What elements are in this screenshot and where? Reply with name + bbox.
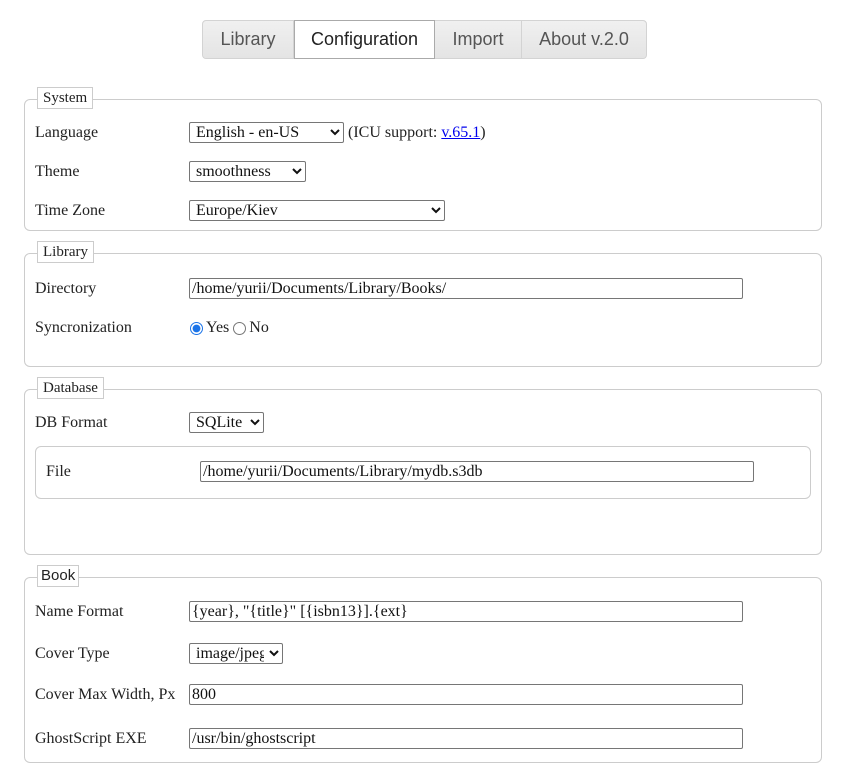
cover-type-select[interactable]: image/jpeg (189, 643, 283, 664)
ghostscript-input[interactable] (189, 728, 743, 749)
language-select[interactable]: English - en-US (189, 122, 344, 143)
sync-no-label: No (249, 319, 269, 336)
book-section: Book Name Format Cover Type image/jpeg C… (24, 565, 822, 763)
timezone-row: Time Zone Europe/Kiev (35, 200, 811, 221)
db-format-row: DB Format SQLite (35, 412, 811, 433)
language-label: Language (35, 123, 99, 141)
tab-library[interactable]: Library (203, 21, 294, 58)
icu-version-link[interactable]: v.65.1 (441, 124, 480, 141)
icu-support-text: (ICU support: v.65.1) (348, 124, 486, 142)
library-section: Library Directory Syncronization Yes No (24, 241, 822, 367)
cover-width-row: Cover Max Width, Px (35, 684, 811, 705)
sync-yes-option[interactable]: Yes (189, 319, 229, 337)
name-format-input[interactable] (189, 601, 743, 622)
theme-select[interactable]: smoothness (189, 161, 306, 182)
database-legend: Database (37, 377, 104, 399)
tab-import[interactable]: Import (435, 21, 522, 58)
directory-row: Directory (35, 278, 811, 299)
db-format-label: DB Format (35, 413, 108, 431)
system-legend: System (37, 87, 94, 109)
name-format-label: Name Format (35, 602, 124, 620)
cover-width-input[interactable] (189, 684, 743, 705)
sync-yes-radio[interactable] (190, 321, 203, 335)
system-section: System Language English - en-US (ICU sup… (24, 87, 822, 231)
icu-suffix: ) (480, 123, 486, 141)
sync-no-option[interactable]: No (232, 319, 269, 337)
sync-yes-label: Yes (206, 319, 230, 336)
cover-type-row: Cover Type image/jpeg (35, 643, 811, 664)
icu-prefix: (ICU support: (348, 123, 442, 141)
database-section: Database DB Format SQLite File (24, 377, 822, 555)
db-file-box: File (35, 446, 811, 499)
tab-about[interactable]: About v.2.0 (522, 21, 646, 58)
db-file-input[interactable] (200, 461, 754, 482)
ghostscript-row: GhostScript EXE (35, 728, 811, 749)
book-legend: Book (37, 565, 80, 587)
tab-configuration[interactable]: Configuration (294, 20, 435, 59)
db-file-label: File (46, 462, 71, 480)
sync-no-radio[interactable] (233, 321, 247, 335)
directory-input[interactable] (189, 278, 743, 299)
ghostscript-label: GhostScript EXE (35, 729, 147, 747)
timezone-select[interactable]: Europe/Kiev (189, 200, 445, 221)
sync-row: Syncronization Yes No (35, 319, 811, 337)
name-format-row: Name Format (35, 601, 811, 622)
directory-label: Directory (35, 279, 97, 297)
db-file-row: File (46, 461, 800, 482)
cover-width-label: Cover Max Width, Px (35, 685, 176, 703)
main-tabs: Library Configuration Import About v.2.0 (202, 20, 647, 59)
db-format-select[interactable]: SQLite (189, 412, 264, 433)
timezone-label: Time Zone (35, 201, 106, 219)
library-legend: Library (37, 241, 94, 263)
theme-row: Theme smoothness (35, 161, 811, 182)
cover-type-label: Cover Type (35, 644, 110, 662)
theme-label: Theme (35, 162, 80, 180)
language-row: Language English - en-US (ICU support: v… (35, 122, 811, 143)
sync-label: Syncronization (35, 319, 132, 336)
